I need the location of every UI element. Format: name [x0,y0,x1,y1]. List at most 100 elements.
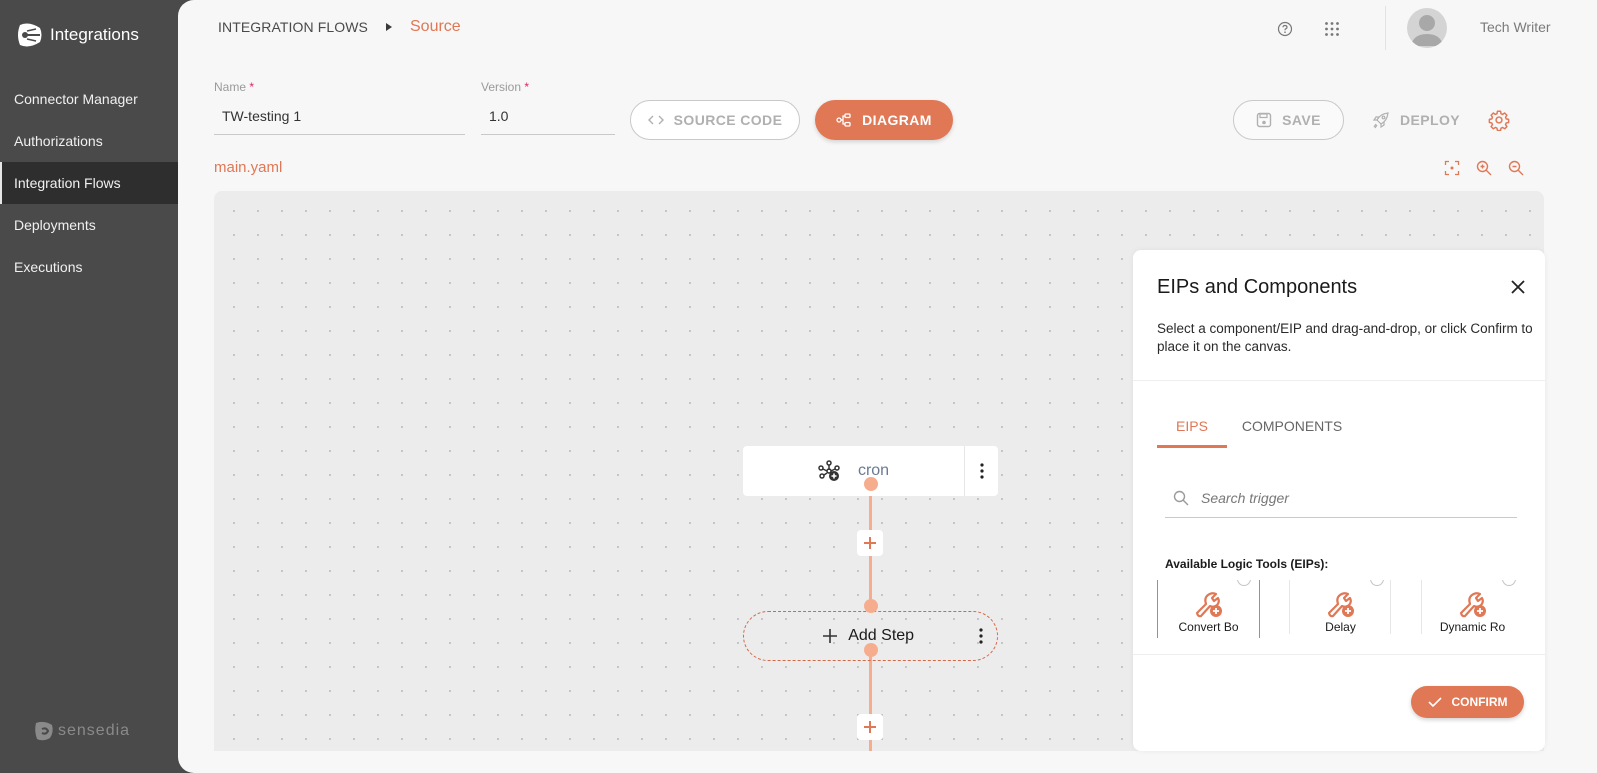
plus-icon [864,537,876,549]
version-field: Version * [481,80,615,135]
file-name[interactable]: main.yaml [214,159,282,176]
settings-button[interactable] [1484,105,1514,135]
save-icon [1256,112,1272,128]
insert-step-button[interactable] [857,530,883,556]
help-icon [1277,21,1293,37]
tool-card[interactable]: Convert Bo [1157,580,1260,638]
sidebar-item-label: Authorizations [14,133,103,149]
eips-components-panel: EIPs and Components Select a component/E… [1133,250,1545,751]
tab-eips[interactable]: EIPS [1157,406,1227,448]
tool-label: Convert Bo [1178,620,1239,634]
sidebar-item-executions[interactable]: Executions [0,246,178,288]
sidebar-item-label: Executions [14,259,83,275]
canvas-tools [1440,156,1528,180]
connection-handle[interactable] [864,477,878,491]
search-input[interactable] [1201,489,1501,506]
sidebar-item-deployments[interactable]: Deployments [0,204,178,246]
apps-button[interactable] [1317,14,1347,44]
sidebar-item-label: Connector Manager [14,91,138,107]
deploy-label: DEPLOY [1400,112,1460,128]
add-step-label: Add Step [848,627,915,644]
help-button[interactable] [1270,14,1300,44]
save-button[interactable]: SAVE [1233,100,1344,140]
sensedia-logo: sensedia [34,720,130,742]
trigger-node-body[interactable]: cron [743,446,965,496]
name-label: Name * [214,80,255,94]
app-name: Integrations [50,25,139,44]
kebab-menu-icon [979,463,984,479]
confirm-label: CONFIRM [1451,695,1508,709]
sensedia-logo-icon [35,721,53,741]
panel-description: Select a component/EIP and drag-and-drop… [1157,321,1533,354]
name-field: Name * [214,80,465,135]
breadcrumb-current: Source [410,18,461,35]
sidebar-item-authorizations[interactable]: Authorizations [0,120,178,162]
sidebar-item-connector-manager[interactable]: Connector Manager [0,78,178,120]
wrench-add-icon [1195,592,1222,618]
code-icon [647,115,664,125]
diagram-button[interactable]: DIAGRAM [815,100,953,140]
zoom-in-button[interactable] [1472,156,1496,180]
fit-view-icon [1444,160,1460,176]
check-icon [1427,697,1442,708]
cron-trigger-icon [818,460,840,481]
divider [1390,580,1391,634]
connection-handle[interactable] [864,599,878,613]
available-tools-label: Available Logic Tools (EIPs): [1165,557,1329,571]
save-label: SAVE [1282,112,1321,128]
info-icon[interactable] [1502,580,1516,586]
trigger-node-menu-button[interactable] [965,446,998,496]
tool-label: Delay [1325,620,1356,634]
version-input[interactable] [481,94,615,135]
diagram-icon [836,113,851,127]
zoom-in-icon [1476,160,1492,176]
app-logo[interactable]: Integrations [14,20,139,50]
header-divider [1385,6,1386,50]
info-icon[interactable] [1237,580,1251,586]
wrench-add-icon [1459,592,1486,618]
sidebar-item-label: Deployments [14,217,96,233]
tool-card[interactable]: Delay [1289,580,1392,638]
insert-step-button[interactable] [857,714,883,740]
zoom-out-icon [1508,160,1524,176]
breadcrumb-root[interactable]: INTEGRATION FLOWS [218,19,368,35]
breadcrumb: INTEGRATION FLOWS Source [218,18,461,36]
close-panel-button[interactable] [1505,274,1531,300]
rocket-icon [1372,112,1389,129]
user-name[interactable]: Tech Writer [1480,19,1551,35]
sensedia-wordmark: sensedia [58,722,131,739]
sidebar-item-label: Integration Flows [14,175,121,191]
avatar[interactable] [1407,8,1447,48]
plus-icon [864,721,876,733]
info-icon[interactable] [1370,580,1384,586]
zoom-out-button[interactable] [1504,156,1528,180]
kebab-menu-icon [979,628,983,644]
name-input[interactable] [214,94,465,135]
version-label: Version * [481,80,530,94]
connection-handle[interactable] [864,643,878,657]
tool-label: Dynamic Ro [1439,620,1506,634]
add-step-body[interactable]: Add Step [744,612,964,660]
fit-view-button[interactable] [1440,156,1464,180]
main-content: INTEGRATION FLOWS Source Tech Writer Nam… [178,0,1597,773]
confirm-button[interactable]: CONFIRM [1411,686,1524,718]
panel-tabs: EIPS COMPONENTS [1157,406,1357,448]
logic-tools-list: Convert Bo Delay Dynamic Ro [1157,580,1527,638]
wrench-add-icon [1327,592,1354,618]
search-box [1165,478,1517,518]
tool-card[interactable]: Dynamic Ro [1421,580,1524,638]
tab-components[interactable]: COMPONENTS [1227,406,1357,448]
sidebar-item-integration-flows[interactable]: Integration Flows [0,162,178,204]
add-step-menu-button[interactable] [964,612,997,660]
divider [1133,654,1545,655]
apps-grid-icon [1325,22,1339,36]
close-icon [1511,280,1525,294]
search-icon [1173,490,1189,505]
sidebar-nav: Connector Manager Authorizations Integra… [0,78,178,288]
deploy-button[interactable]: DEPLOY [1370,100,1462,140]
source-code-button[interactable]: SOURCE CODE [630,100,800,140]
integrations-logo-icon [18,23,42,47]
divider [1133,380,1545,381]
panel-title: EIPs and Components [1157,276,1358,298]
source-code-label: SOURCE CODE [673,112,783,128]
